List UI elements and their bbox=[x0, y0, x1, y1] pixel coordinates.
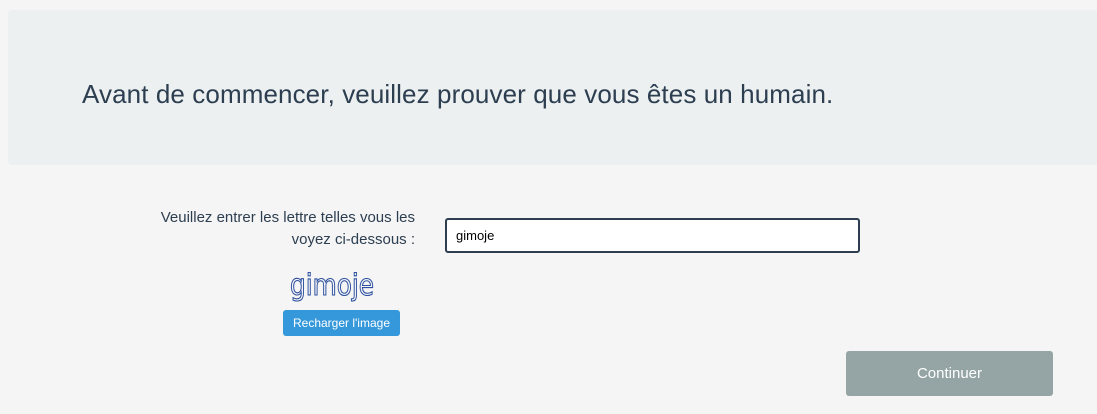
captcha-label: Veuillez entrer les lettre telles vous l… bbox=[160, 209, 415, 248]
continue-button[interactable]: Continuer bbox=[846, 351, 1053, 396]
page: Avant de commencer, veuillez prouver que… bbox=[0, 0, 1097, 414]
header-banner: Avant de commencer, veuillez prouver que… bbox=[8, 10, 1097, 165]
captcha-text: gimoje bbox=[290, 268, 374, 302]
captcha-input[interactable] bbox=[445, 218, 860, 253]
reload-image-button[interactable]: Recharger l'image bbox=[283, 310, 400, 336]
captcha-image: gimoje bbox=[289, 267, 374, 302]
page-title: Avant de commencer, veuillez prouver que… bbox=[82, 79, 834, 109]
